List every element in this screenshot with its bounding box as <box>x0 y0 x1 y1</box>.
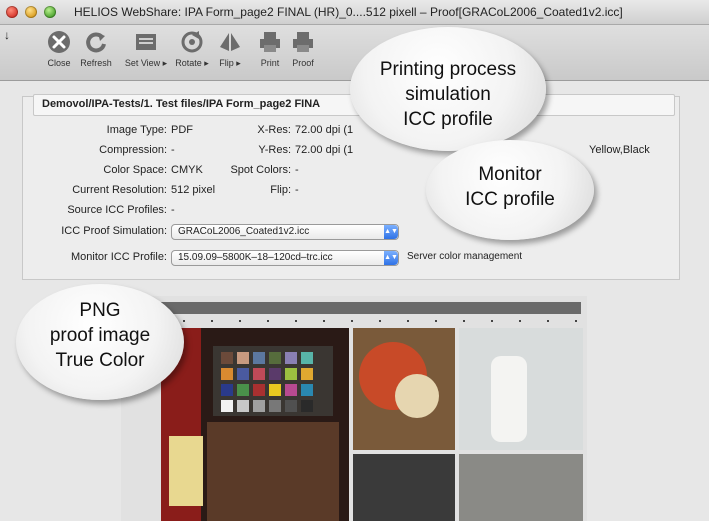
image-type-label: Image Type: <box>106 124 167 136</box>
monitor-icc-label: Monitor ICC Profile: <box>71 251 167 263</box>
set-view-icon <box>136 34 156 50</box>
yres-label: Y-Res: <box>258 144 291 156</box>
refresh-icon <box>86 32 106 53</box>
monitor-icc-select[interactable]: 15.09.09–5800K–18–120cd–trc.icc ▲▼ <box>171 250 399 266</box>
flip-info-value: - <box>295 184 299 196</box>
pin-icon[interactable]: ↓ <box>4 28 10 42</box>
chevron-updown-icon: ▲▼ <box>384 251 398 265</box>
proof-icon <box>293 32 313 52</box>
rotate-button[interactable]: Rotate ▸ <box>172 29 212 69</box>
set-view-label: Set View ▸ <box>124 58 168 68</box>
zoom-window-button[interactable] <box>44 6 56 18</box>
compression-value: - <box>171 144 175 156</box>
file-path: Demovol/IPA-Tests/1. Test files/IPA Form… <box>42 98 321 110</box>
flip-icon <box>220 33 240 51</box>
flip-info-label: Flip: <box>270 184 291 196</box>
proof-image-graphic <box>161 302 583 521</box>
refresh-button[interactable]: Refresh <box>76 29 116 68</box>
compression-label: Compression: <box>99 144 167 156</box>
flip-button[interactable]: Flip ▸ <box>214 29 246 69</box>
source-icc-value: - <box>171 204 175 216</box>
monitor-icc-callout: Monitor ICC profile <box>426 140 594 240</box>
chevron-updown-icon: ▲▼ <box>384 225 398 239</box>
icc-proof-simulation-select[interactable]: GRACoL2006_Coated1v2.icc ▲▼ <box>171 224 399 240</box>
png-proof-image <box>121 296 587 521</box>
print-icon <box>260 32 280 52</box>
print-button[interactable]: Print <box>256 29 284 68</box>
refresh-label: Refresh <box>80 58 112 68</box>
rotate-label: Rotate ▸ <box>175 58 209 68</box>
server-color-management-label: Server color management <box>407 251 523 262</box>
icc-proof-simulation-label: ICC Proof Simulation: <box>61 225 167 237</box>
icc-proof-simulation-value: GRACoL2006_Coated1v2.icc <box>178 226 310 237</box>
plates-value: Yellow,Black <box>589 144 650 156</box>
monitor-callout-line1: Monitor <box>478 164 542 185</box>
webshare-window: HELIOS WebShare: IPA Form_page2 FINAL (H… <box>0 0 709 521</box>
close-icon <box>48 31 70 53</box>
png-proof-callout: PNG proof image True Color <box>16 284 184 400</box>
proof-label: Proof <box>292 58 314 68</box>
close-label: Close <box>47 58 71 68</box>
printing-simulation-callout: Printing process simulation ICC profile <box>350 27 546 151</box>
png-callout-line3: True Color <box>55 350 145 371</box>
minimize-window-button[interactable] <box>25 6 37 18</box>
set-view-button[interactable]: Set View ▸ <box>120 29 172 69</box>
xres-label: X-Res: <box>257 124 291 136</box>
window-title: HELIOS WebShare: IPA Form_page2 FINAL (H… <box>74 5 623 19</box>
rotate-icon <box>181 31 203 53</box>
printing-callout-line3: ICC profile <box>403 109 493 130</box>
proof-button[interactable]: Proof <box>288 29 318 68</box>
print-label: Print <box>260 58 280 68</box>
current-resolution-label: Current Resolution: <box>72 184 167 196</box>
close-button[interactable]: Close <box>44 29 74 68</box>
xres-value: 72.00 dpi (1 <box>295 124 354 136</box>
image-type-value: PDF <box>171 124 193 136</box>
close-window-button[interactable] <box>6 6 18 18</box>
color-space-value: CMYK <box>171 164 203 176</box>
color-space-label: Color Space: <box>103 164 167 176</box>
png-callout-line2: proof image <box>49 325 151 346</box>
spot-colors-label: Spot Colors: <box>230 164 291 176</box>
printing-callout-line2: simulation <box>405 84 491 105</box>
monitor-icc-value: 15.09.09–5800K–18–120cd–trc.icc <box>178 252 333 263</box>
png-callout-line1: PNG <box>79 300 121 321</box>
yres-value: 72.00 dpi (1 <box>295 144 354 156</box>
source-icc-label: Source ICC Profiles: <box>67 204 167 216</box>
title-bar: HELIOS WebShare: IPA Form_page2 FINAL (H… <box>0 0 709 25</box>
monitor-callout-line2: ICC profile <box>465 189 555 210</box>
flip-label: Flip ▸ <box>219 58 241 68</box>
printing-callout-line1: Printing process <box>379 59 517 80</box>
spot-colors-value: - <box>295 164 299 176</box>
current-resolution-value: 512 pixel <box>171 184 216 196</box>
